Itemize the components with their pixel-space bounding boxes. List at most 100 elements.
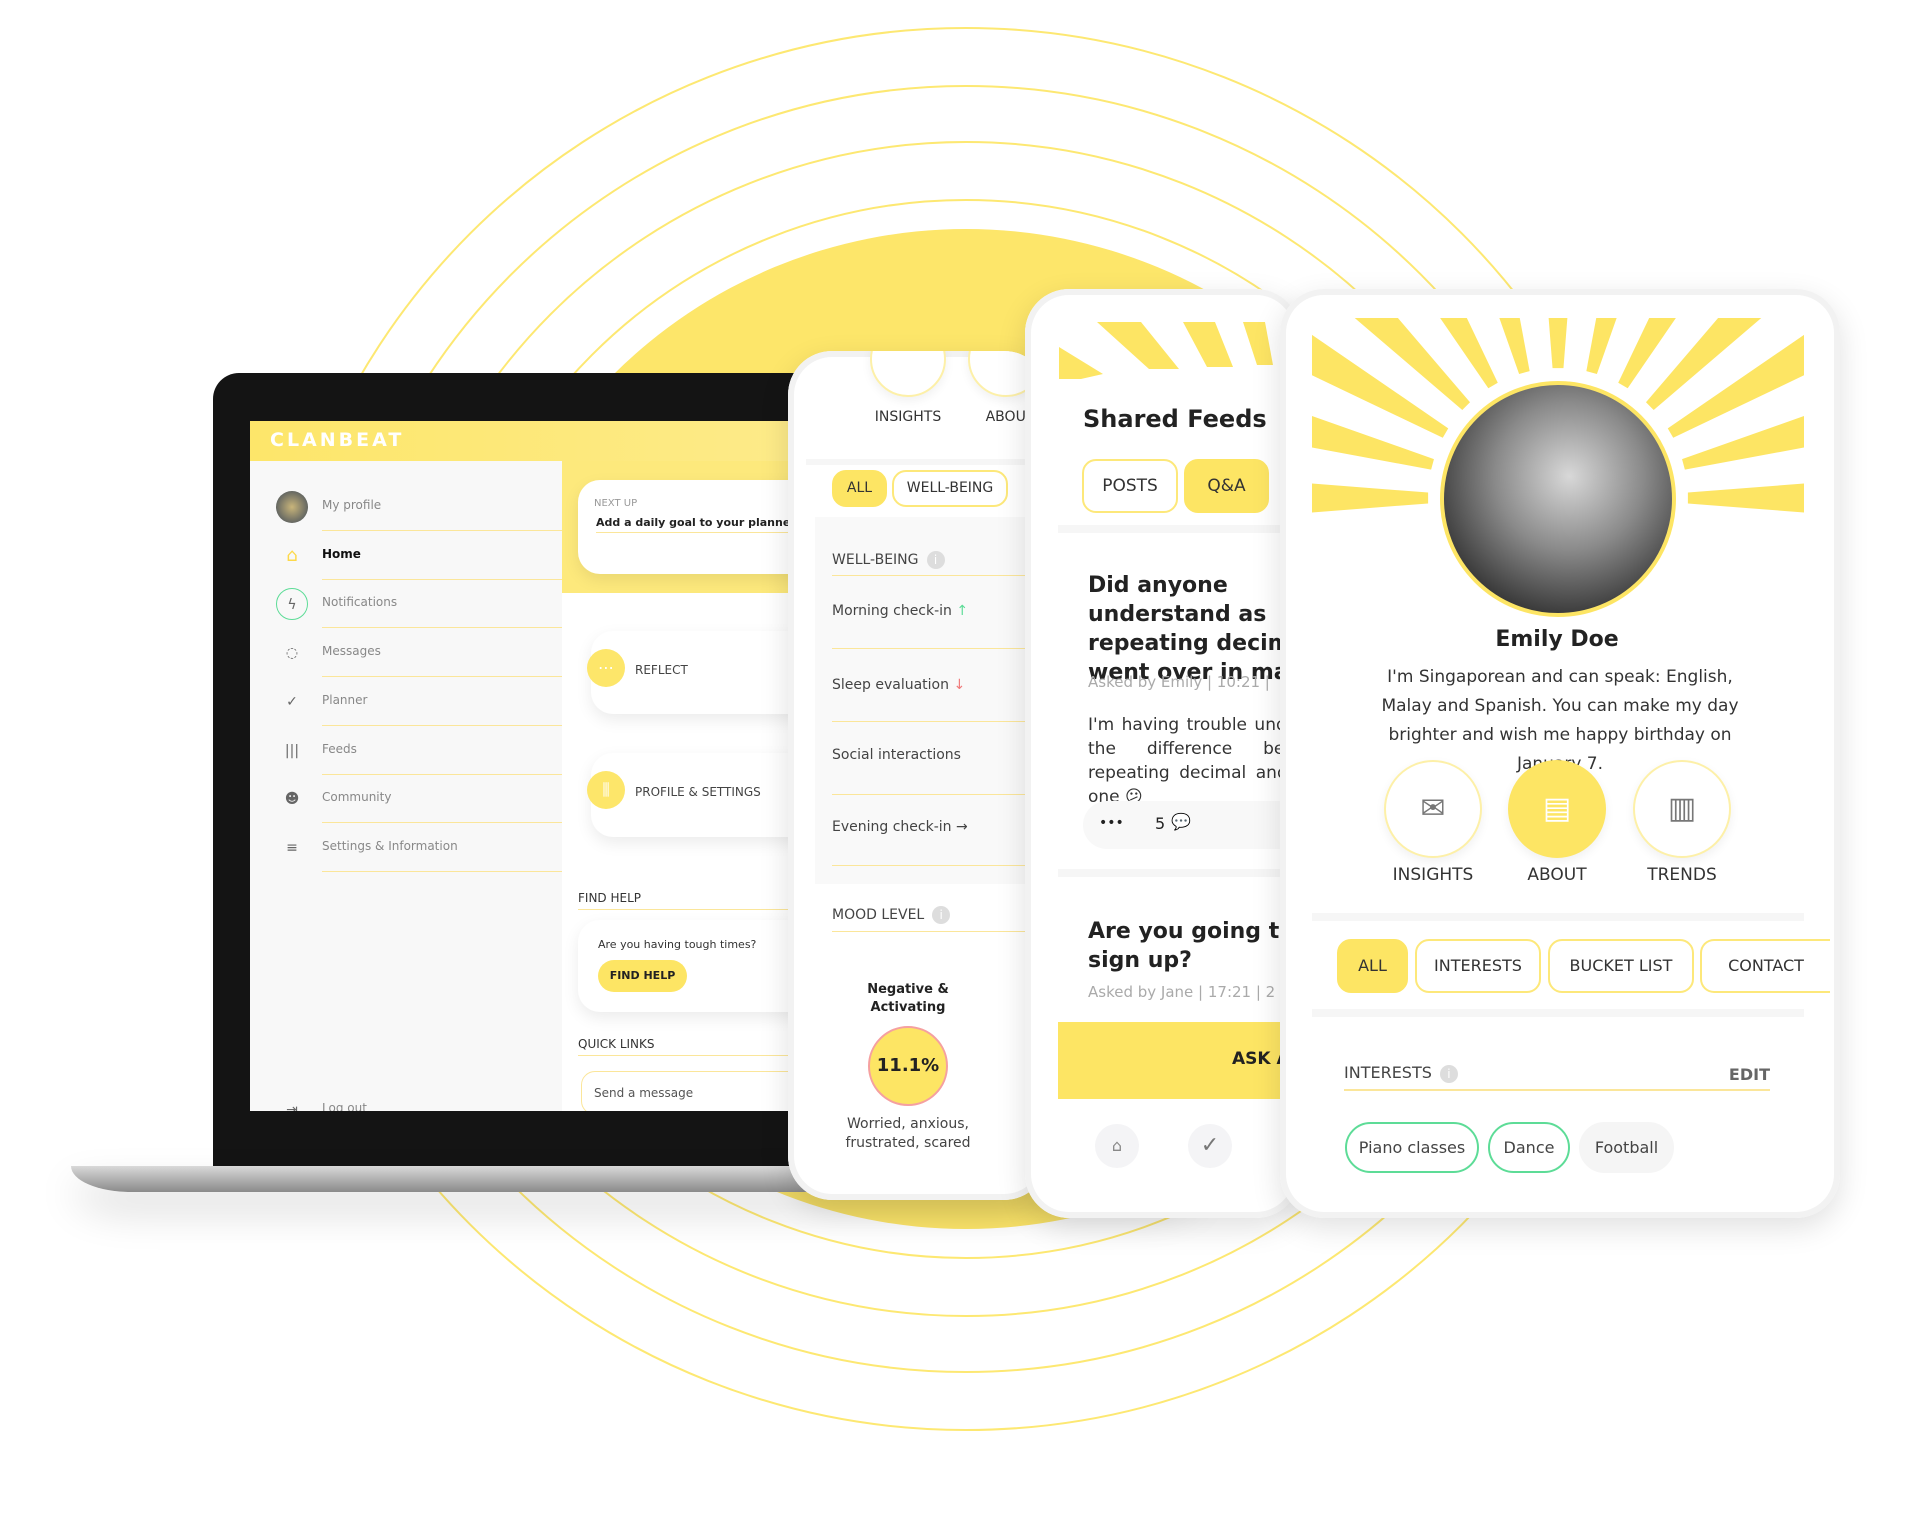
wellbeing-panel: WELL-BEING i Morning check-in ↑ Sleep eva… [815,517,1048,884]
comment-count: 5 [1155,814,1166,833]
lightning-icon: ϟ [276,588,308,620]
question-title[interactable]: Are you going to sign up? [1088,917,1300,975]
sidebar-item-planner[interactable]: ✓ Planner [250,678,562,726]
info-icon[interactable]: i [1439,1064,1458,1083]
phone-shared-feeds: Shared Feeds POSTS Q&A Did anyone unders… [1025,289,1300,1218]
clanbeat-logo: CLANBEAT [270,429,405,451]
sidebar-item-home[interactable]: ⌂ Home [250,532,562,580]
sun-ray [1548,318,1568,369]
quick-links-heading: QUICK LINKS [578,1037,810,1056]
page-title: Shared Feeds [1083,405,1267,433]
question-title: Did anyone understand as repeating decim… [1088,573,1300,685]
bar-chart-icon: ▥ [1667,791,1697,826]
menu-icon: ≡ [286,840,298,856]
find-help-button[interactable]: FIND HELP [598,960,687,992]
avatar [276,491,308,523]
trend-down-icon: ↓ [953,677,966,693]
ask-question-button[interactable]: ASK A QUESTION [1058,1022,1300,1099]
profile-settings-label: PROFILE & SETTINGS [635,785,761,799]
tab-all[interactable]: ALL [832,470,887,507]
mood-percent-badge: 11.1% [868,1026,948,1106]
laptop-screen: CLANBEAT My profile ⌂ Home ϟ Notificatio… [250,421,810,1111]
sidebar: My profile ⌂ Home ϟ Notifications ◌ Mess… [250,461,562,1111]
tab-interests[interactable]: INTERESTS [1415,939,1541,993]
interests-heading: INTERESTS i EDIT [1344,1063,1770,1091]
send-message-input[interactable]: Send a message [581,1071,810,1111]
wellbeing-item-evening[interactable]: Evening check-in → [832,819,968,835]
cloud-mail-icon: ✉ [1420,791,1446,826]
sun-ray [1687,483,1804,513]
question-meta: Asked by Emily | 10:21 | [1088,673,1270,691]
avatar [1440,381,1676,617]
sliders-icon: ⫼ [587,771,625,809]
mood-level-heading: MOOD LEVEL i [832,906,951,924]
wellbeing-item-social[interactable]: Social interactions [832,747,961,763]
soundwave-icon: ||| [284,743,300,759]
about-label: ABOUT [1527,865,1587,885]
sidebar-item-feeds[interactable]: ||| Feeds [250,727,562,775]
sidebar-item-label: Notifications [322,595,398,609]
check-nav-icon[interactable]: ✓ [1188,1124,1232,1168]
insights-button[interactable]: ✉ [1384,760,1482,858]
insights-button[interactable] [870,351,946,397]
info-icon[interactable]: i [932,906,951,924]
find-help-question: Are you having tough times? [598,938,757,951]
sidebar-item-my-profile[interactable]: My profile [250,483,562,531]
more-options-button[interactable]: ••• [1099,815,1124,831]
tab-qa[interactable]: Q&A [1184,459,1269,513]
interest-chip[interactable]: Dance [1488,1122,1570,1173]
logout-icon: ⇥ [286,1102,298,1111]
wellbeing-item-morning[interactable]: Morning check-in ↑ [832,603,968,619]
sidebar-item-label: Settings & Information [322,839,458,853]
question-actions: ••• 5 💬 [1083,801,1300,849]
tab-contact[interactable]: CONTACT [1700,939,1830,993]
sidebar-item-notifications[interactable]: ϟ Notifications [250,580,562,628]
chat-bubble-icon: ◌ [285,645,299,661]
sidebar-item-label: Messages [322,644,381,658]
sun-ray [1312,483,1429,513]
mood-category: Negative & Activating [867,982,949,1015]
tab-posts[interactable]: POSTS [1082,459,1178,513]
profile-name: Emily Doe [1495,627,1619,652]
edit-interests-button[interactable]: EDIT [1729,1065,1770,1084]
about-button[interactable]: ▤ [1508,760,1606,858]
info-icon[interactable]: i [926,551,945,569]
app-header: CLANBEAT [250,421,810,461]
interest-chip[interactable]: Piano classes [1345,1122,1479,1173]
insights-label: INSIGHTS [874,409,942,425]
sidebar-item-messages[interactable]: ◌ Messages [250,629,562,677]
sidebar-item-label: Feeds [322,742,357,756]
sunburst-decoration [1059,322,1273,379]
sidebar-item-community[interactable]: ☻ Community [250,775,562,823]
next-up-label: NEXT UP [594,498,638,509]
tab-all[interactable]: ALL [1337,939,1408,993]
trends-button[interactable]: ▥ [1633,760,1731,858]
interest-chip[interactable]: Football [1579,1122,1674,1173]
reflect-card[interactable]: ⋯ REFLECT [587,631,810,714]
sidebar-item-label: Home [322,547,361,561]
next-up-text: Add a daily goal to your planner [596,516,796,533]
comment-icon[interactable]: 💬 [1171,812,1191,831]
profile-settings-card[interactable]: ⫼ PROFILE & SETTINGS [587,753,810,837]
tab-well-being[interactable]: WELL-BEING [892,470,1008,507]
trends-label: TRENDS [1647,865,1717,885]
sidebar-item-label: My profile [322,498,382,512]
logout-label: Log out [322,1101,367,1111]
home-nav-icon[interactable]: ⌂ [1095,1124,1139,1168]
wellbeing-item-sleep[interactable]: Sleep evaluation ↓ [832,677,965,693]
tab-bucket-list[interactable]: BUCKET LIST [1548,939,1694,993]
trend-flat-icon: → [955,819,968,835]
people-icon: ☻ [284,791,300,807]
sidebar-item-settings[interactable]: ≡ Settings & Information [250,824,562,872]
sidebar-item-label: Planner [322,693,368,707]
reflect-icon: ⋯ [587,649,625,687]
find-help-card: Are you having tough times? FIND HELP [578,920,810,1012]
home-icon: ⌂ [286,545,298,566]
next-up-card[interactable]: NEXT UP Add a daily goal to your planner [578,480,810,574]
phone-wellbeing: INSIGHTS ABOUT ALL WELL-BEING WELL-BEING… [788,351,1048,1200]
phone-profile: Emily Doe I'm Singaporean and can speak:… [1280,289,1840,1218]
wellbeing-heading: WELL-BEING i [832,551,945,569]
question-body: I'm having trouble understanding the dif… [1088,715,1300,807]
profile-document-icon: ▤ [1542,791,1572,826]
logout-button[interactable]: ⇥ Log out [250,1086,562,1111]
